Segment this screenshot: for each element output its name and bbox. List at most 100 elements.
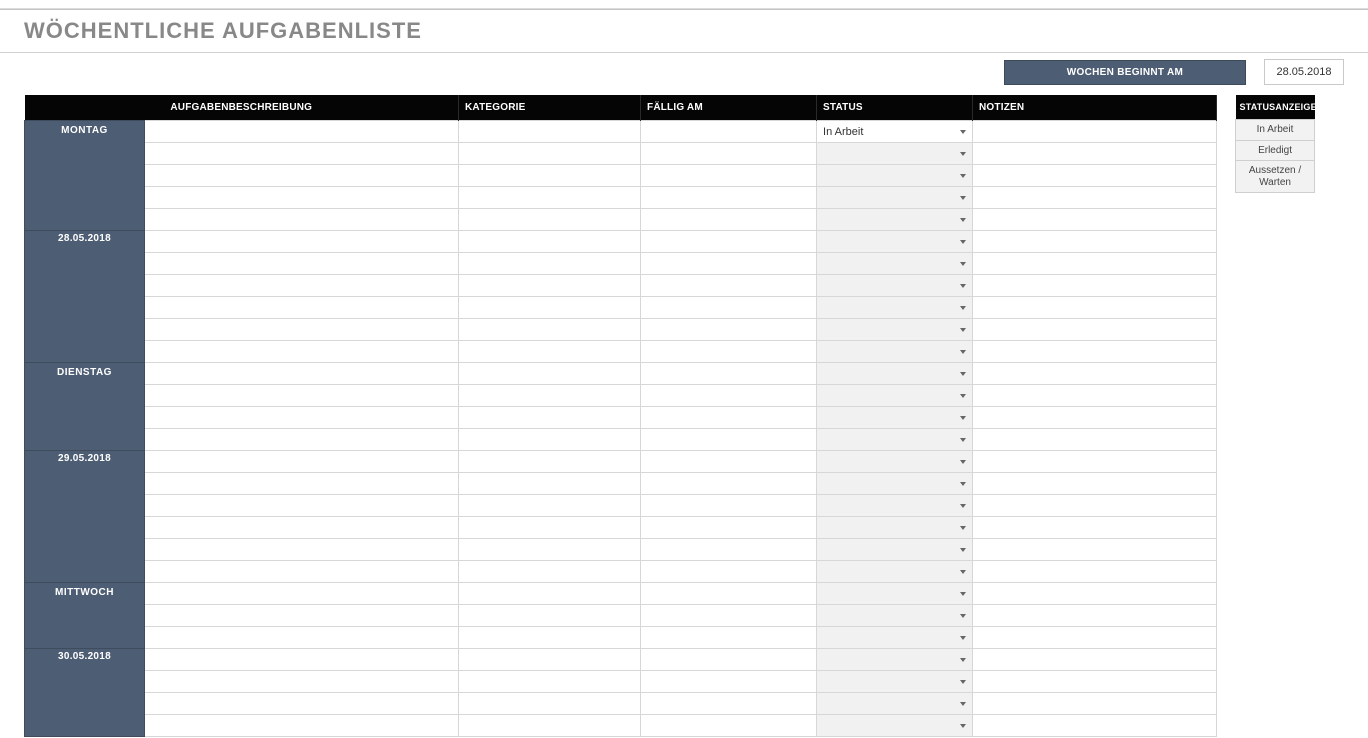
cell-notes[interactable] xyxy=(973,407,1217,429)
cell-description[interactable] xyxy=(145,407,459,429)
cell-notes[interactable] xyxy=(973,693,1217,715)
cell-description[interactable] xyxy=(145,121,459,143)
cell-description[interactable] xyxy=(145,341,459,363)
cell-category[interactable] xyxy=(459,275,641,297)
cell-notes[interactable] xyxy=(973,385,1217,407)
cell-category[interactable] xyxy=(459,583,641,605)
cell-notes[interactable] xyxy=(973,275,1217,297)
cell-due[interactable] xyxy=(641,165,817,187)
cell-notes[interactable] xyxy=(973,539,1217,561)
cell-due[interactable] xyxy=(641,473,817,495)
cell-notes[interactable] xyxy=(973,121,1217,143)
cell-description[interactable] xyxy=(145,605,459,627)
cell-status-dropdown[interactable] xyxy=(817,495,973,517)
cell-description[interactable] xyxy=(145,429,459,451)
cell-description[interactable] xyxy=(145,649,459,671)
cell-description[interactable] xyxy=(145,671,459,693)
cell-category[interactable] xyxy=(459,429,641,451)
cell-status-dropdown[interactable] xyxy=(817,451,973,473)
cell-notes[interactable] xyxy=(973,561,1217,583)
cell-description[interactable] xyxy=(145,517,459,539)
cell-category[interactable] xyxy=(459,341,641,363)
cell-notes[interactable] xyxy=(973,627,1217,649)
cell-description[interactable] xyxy=(145,209,459,231)
cell-description[interactable] xyxy=(145,561,459,583)
cell-category[interactable] xyxy=(459,121,641,143)
cell-notes[interactable] xyxy=(973,209,1217,231)
cell-due[interactable] xyxy=(641,209,817,231)
cell-due[interactable] xyxy=(641,539,817,561)
cell-category[interactable] xyxy=(459,165,641,187)
cell-status-dropdown[interactable] xyxy=(817,385,973,407)
cell-notes[interactable] xyxy=(973,319,1217,341)
cell-category[interactable] xyxy=(459,715,641,737)
cell-status-dropdown[interactable] xyxy=(817,143,973,165)
cell-status-dropdown[interactable] xyxy=(817,561,973,583)
cell-description[interactable] xyxy=(145,319,459,341)
cell-category[interactable] xyxy=(459,407,641,429)
cell-due[interactable] xyxy=(641,385,817,407)
cell-status-dropdown[interactable] xyxy=(817,407,973,429)
cell-description[interactable] xyxy=(145,385,459,407)
cell-notes[interactable] xyxy=(973,517,1217,539)
cell-category[interactable] xyxy=(459,473,641,495)
cell-status-dropdown[interactable] xyxy=(817,605,973,627)
cell-status-dropdown[interactable] xyxy=(817,693,973,715)
cell-status-dropdown[interactable] xyxy=(817,583,973,605)
cell-status-dropdown[interactable] xyxy=(817,627,973,649)
cell-category[interactable] xyxy=(459,627,641,649)
cell-notes[interactable] xyxy=(973,231,1217,253)
cell-status-dropdown[interactable] xyxy=(817,715,973,737)
cell-category[interactable] xyxy=(459,209,641,231)
cell-category[interactable] xyxy=(459,671,641,693)
cell-due[interactable] xyxy=(641,363,817,385)
cell-notes[interactable] xyxy=(973,473,1217,495)
cell-status-dropdown[interactable] xyxy=(817,187,973,209)
week-begins-date[interactable]: 28.05.2018 xyxy=(1264,59,1344,85)
cell-category[interactable] xyxy=(459,143,641,165)
cell-category[interactable] xyxy=(459,517,641,539)
cell-category[interactable] xyxy=(459,451,641,473)
cell-due[interactable] xyxy=(641,627,817,649)
cell-category[interactable] xyxy=(459,297,641,319)
cell-notes[interactable] xyxy=(973,143,1217,165)
cell-status-dropdown[interactable] xyxy=(817,341,973,363)
cell-category[interactable] xyxy=(459,319,641,341)
cell-description[interactable] xyxy=(145,231,459,253)
cell-status-dropdown[interactable] xyxy=(817,297,973,319)
cell-due[interactable] xyxy=(641,231,817,253)
cell-due[interactable] xyxy=(641,649,817,671)
cell-status-dropdown[interactable] xyxy=(817,517,973,539)
cell-category[interactable] xyxy=(459,363,641,385)
cell-description[interactable] xyxy=(145,627,459,649)
cell-category[interactable] xyxy=(459,231,641,253)
cell-due[interactable] xyxy=(641,121,817,143)
cell-status-dropdown[interactable]: In Arbeit xyxy=(817,121,973,143)
cell-description[interactable] xyxy=(145,539,459,561)
cell-notes[interactable] xyxy=(973,429,1217,451)
cell-due[interactable] xyxy=(641,517,817,539)
cell-due[interactable] xyxy=(641,451,817,473)
cell-description[interactable] xyxy=(145,363,459,385)
cell-category[interactable] xyxy=(459,693,641,715)
cell-description[interactable] xyxy=(145,495,459,517)
cell-description[interactable] xyxy=(145,165,459,187)
cell-due[interactable] xyxy=(641,583,817,605)
cell-notes[interactable] xyxy=(973,253,1217,275)
cell-notes[interactable] xyxy=(973,341,1217,363)
cell-description[interactable] xyxy=(145,473,459,495)
cell-description[interactable] xyxy=(145,187,459,209)
cell-notes[interactable] xyxy=(973,605,1217,627)
cell-status-dropdown[interactable] xyxy=(817,473,973,495)
cell-status-dropdown[interactable] xyxy=(817,253,973,275)
cell-due[interactable] xyxy=(641,495,817,517)
cell-due[interactable] xyxy=(641,407,817,429)
cell-notes[interactable] xyxy=(973,649,1217,671)
cell-notes[interactable] xyxy=(973,187,1217,209)
cell-description[interactable] xyxy=(145,451,459,473)
cell-status-dropdown[interactable] xyxy=(817,231,973,253)
cell-notes[interactable] xyxy=(973,671,1217,693)
cell-notes[interactable] xyxy=(973,451,1217,473)
cell-status-dropdown[interactable] xyxy=(817,539,973,561)
cell-status-dropdown[interactable] xyxy=(817,649,973,671)
